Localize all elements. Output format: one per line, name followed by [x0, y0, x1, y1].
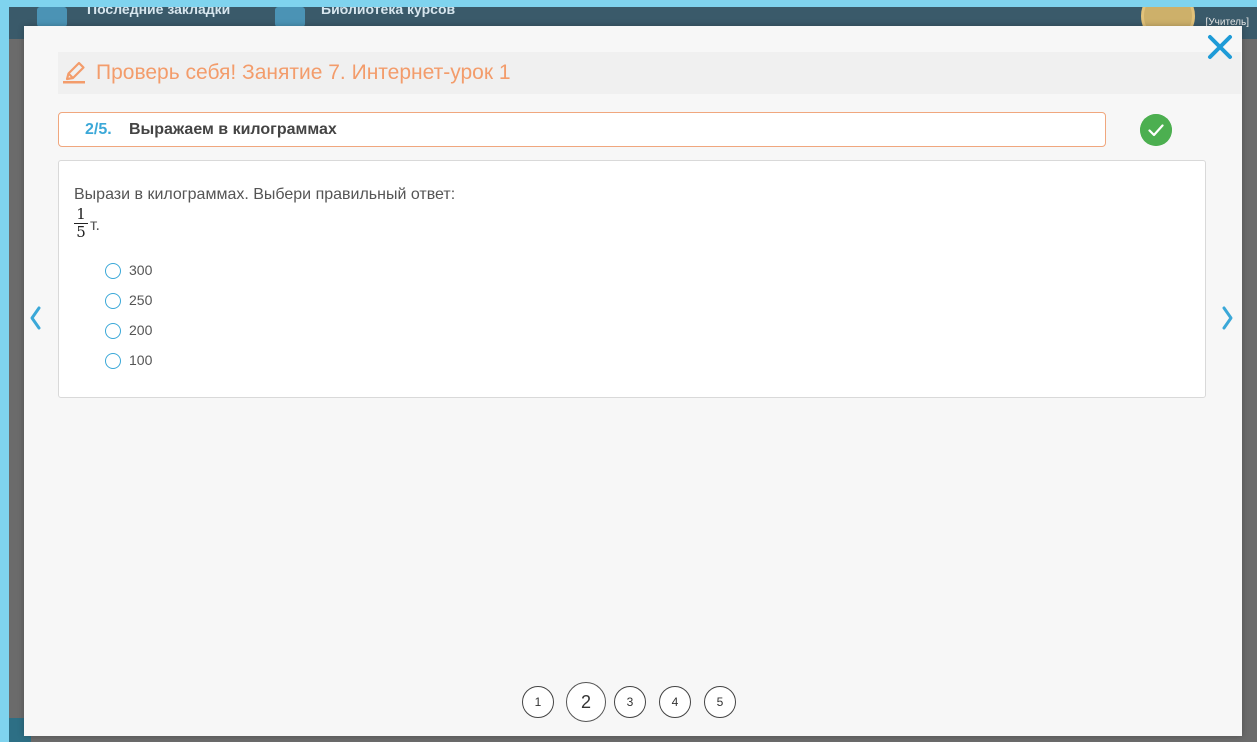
test-modal: Проверь себя! Занятие 7. Интернет-урок 1… — [24, 26, 1242, 736]
question-prompt: Вырази в килограммах. Выбери правильный … — [74, 186, 456, 203]
radio-button[interactable] — [105, 293, 121, 309]
page-button-1[interactable]: 1 — [522, 686, 554, 718]
question-pagination: 1 2 3 4 5 — [522, 682, 754, 722]
bookmarks-icon — [37, 7, 67, 27]
fraction: 1 5 — [74, 207, 88, 240]
correct-check-icon — [1140, 114, 1172, 146]
chevron-right-icon[interactable] — [1221, 304, 1235, 332]
radio-button[interactable] — [105, 323, 121, 339]
page-button-4[interactable]: 4 — [659, 686, 691, 718]
question-title: Выражаем в килограммах — [129, 121, 337, 138]
answer-option-label: 300 — [129, 262, 153, 278]
modal-header: Проверь себя! Занятие 7. Интернет-урок 1 — [58, 52, 1241, 94]
answer-option-label: 250 — [129, 292, 153, 308]
fraction-numerator: 1 — [76, 205, 86, 223]
fraction-denominator: 5 — [76, 223, 86, 241]
question-body: Вырази в килограммах. Выбери правильный … — [58, 160, 1206, 398]
modal-title: Проверь себя! Занятие 7. Интернет-урок 1 — [96, 61, 511, 84]
unit-label: т. — [90, 217, 100, 234]
question-header: 2/5. Выражаем в килограммах — [58, 112, 1106, 147]
chevron-left-icon[interactable] — [28, 304, 42, 332]
close-icon[interactable] — [1205, 32, 1235, 62]
pencil-edit-icon — [63, 61, 85, 84]
page-button-3[interactable]: 3 — [614, 686, 646, 718]
question-number: 2/5. — [85, 121, 112, 138]
answer-option-label: 200 — [129, 322, 153, 338]
page-button-5[interactable]: 5 — [704, 686, 736, 718]
radio-button[interactable] — [105, 353, 121, 369]
background-library-label: Библиотека курсов — [321, 7, 456, 17]
answer-option-label: 100 — [129, 352, 153, 368]
radio-button[interactable] — [105, 263, 121, 279]
background-bookmarks-label: Последние закладки — [87, 7, 231, 17]
page-button-2-current[interactable]: 2 — [566, 682, 606, 722]
library-icon — [275, 7, 305, 27]
